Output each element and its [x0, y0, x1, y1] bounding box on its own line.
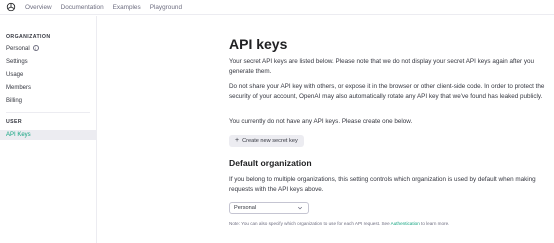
- select-value: Personal: [234, 205, 257, 211]
- nav-playground[interactable]: Playground: [150, 3, 182, 12]
- sidebar-item-usage[interactable]: Usage: [0, 70, 96, 80]
- intro-text: Your secret API keys are listed below. P…: [229, 58, 534, 75]
- create-secret-key-button[interactable]: + Create new secret key: [229, 135, 304, 147]
- default-organization-description: If you belong to multiple organizations,…: [229, 176, 536, 193]
- openai-logo-icon[interactable]: [6, 2, 16, 12]
- default-organization-select[interactable]: Personal: [229, 202, 309, 214]
- plus-icon: +: [235, 137, 240, 144]
- sidebar-item-settings[interactable]: Settings: [0, 57, 96, 67]
- nav-documentation[interactable]: Documentation: [61, 3, 104, 12]
- empty-state-text: You currently do not have any API keys. …: [229, 118, 413, 125]
- organization-note: Note: You can also specify which organiz…: [229, 221, 449, 226]
- sidebar-item-label: Personal: [6, 46, 30, 52]
- sidebar-item-members[interactable]: Members: [0, 83, 96, 93]
- sidebar-divider: [6, 112, 90, 113]
- sidebar-item-billing[interactable]: Billing: [0, 96, 96, 106]
- nav-examples[interactable]: Examples: [113, 3, 141, 12]
- warning-text: Do not share your API key with others, o…: [229, 83, 545, 100]
- page-title: API keys: [229, 36, 288, 52]
- sidebar-section-organization: ORGANIZATION: [6, 34, 51, 40]
- sidebar-item-api-keys[interactable]: API Keys: [0, 130, 96, 140]
- sidebar-section-user: USER: [6, 119, 23, 125]
- top-navigation-bar: Overview Documentation Examples Playgrou…: [0, 0, 554, 15]
- authentication-link[interactable]: Authentication: [391, 221, 420, 226]
- nav-overview[interactable]: Overview: [25, 3, 52, 12]
- chevron-down-icon: [297, 206, 303, 210]
- create-button-label: Create new secret key: [242, 138, 298, 144]
- sidebar-item-personal[interactable]: Personal i: [0, 44, 96, 54]
- sidebar: ORGANIZATION Personal i Settings Usage Me…: [0, 16, 97, 243]
- note-prefix: Note: You can also specify which organiz…: [229, 221, 391, 226]
- note-suffix: to learn more.: [419, 221, 450, 226]
- info-icon[interactable]: i: [32, 45, 39, 51]
- top-nav-links: Overview Documentation Examples Playgrou…: [25, 3, 182, 12]
- default-organization-heading: Default organization: [229, 158, 312, 168]
